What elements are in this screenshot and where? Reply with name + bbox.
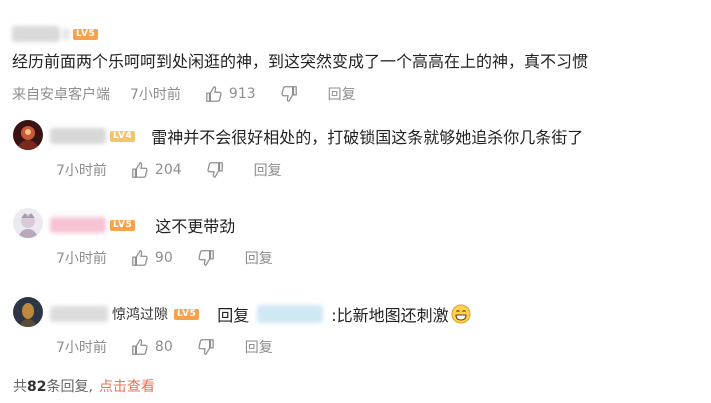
level-badge: LV5: [174, 308, 200, 320]
level-badge: LV5: [110, 219, 136, 231]
thumbs-down-icon[interactable]: [197, 338, 215, 356]
reply-line: LV5 这不更带劲: [50, 213, 235, 237]
main-comment-header: LV5: [12, 24, 99, 44]
username-redacted[interactable]: [50, 217, 106, 233]
like-count: 80: [154, 339, 173, 355]
thumbs-down-icon[interactable]: [280, 85, 298, 103]
thumbs-up-icon[interactable]: [131, 338, 149, 356]
reply-meta: 7小时前 80 回复: [56, 337, 273, 357]
source-label: 来自安卓客户端: [12, 87, 110, 103]
thumbs-up-icon[interactable]: [131, 249, 149, 267]
like-count: 913: [228, 86, 256, 102]
view-replies-link[interactable]: 点击查看: [99, 379, 155, 395]
reply-line: 惊鸿过隙 LV5 回复 :比新地图还刺激: [50, 302, 471, 326]
timestamp: 7小时前: [56, 251, 107, 267]
avatar[interactable]: [13, 120, 43, 150]
level-badge: LV4: [110, 130, 136, 142]
username-redacted-fragment: [62, 28, 70, 40]
reply-button[interactable]: 回复: [245, 248, 273, 268]
reply-button[interactable]: 回复: [245, 337, 273, 357]
grinning-face-emoji: [451, 304, 471, 324]
username-visible[interactable]: 惊鸿过隙: [112, 304, 168, 324]
timestamp: 7小时前: [56, 163, 107, 179]
reply-count-suffix: 条回复,: [46, 379, 93, 395]
like-count: 90: [154, 250, 173, 266]
username-redacted[interactable]: [12, 26, 60, 42]
thumbs-down-icon[interactable]: [206, 161, 224, 179]
mentioned-user-redacted[interactable]: [257, 305, 324, 323]
avatar[interactable]: [13, 297, 43, 327]
avatar[interactable]: [13, 208, 43, 238]
reply-line: LV4 雷神并不会很好相处的，打破锁国这条就够她追杀你几条街了: [50, 124, 583, 148]
reply-text: 这不更带劲: [155, 217, 236, 236]
username-redacted[interactable]: [50, 128, 106, 144]
reply-prefix: 回复: [217, 306, 250, 325]
reply-button[interactable]: 回复: [328, 84, 356, 104]
main-comment-meta: 来自安卓客户端 7小时前 913 回复: [12, 84, 356, 104]
level-badge: LV5: [73, 28, 99, 40]
reply-meta: 7小时前 90 回复: [56, 248, 273, 268]
like-count: 204: [154, 162, 182, 178]
thumbs-up-icon[interactable]: [205, 85, 223, 103]
timestamp: 7小时前: [56, 340, 107, 356]
reply-summary: 共82条回复, 点击查看: [13, 376, 155, 396]
main-comment-text: 经历前面两个乐呵呵到处闲逛的神，到这突然变成了一个高高在上的神，真不习惯: [12, 52, 589, 71]
timestamp: 7小时前: [130, 87, 181, 103]
thumbs-down-icon[interactable]: [197, 249, 215, 267]
reply-meta: 7小时前 204 回复: [56, 160, 282, 180]
reply-button[interactable]: 回复: [254, 160, 282, 180]
username-redacted[interactable]: [50, 306, 108, 322]
reply-text: 雷神并不会很好相处的，打破锁国这条就够她追杀你几条街了: [151, 128, 584, 147]
thumbs-up-icon[interactable]: [131, 161, 149, 179]
reply-count-prefix: 共: [13, 379, 27, 395]
reply-text: :比新地图还刺激: [331, 306, 449, 325]
reply-count: 82: [27, 379, 47, 395]
